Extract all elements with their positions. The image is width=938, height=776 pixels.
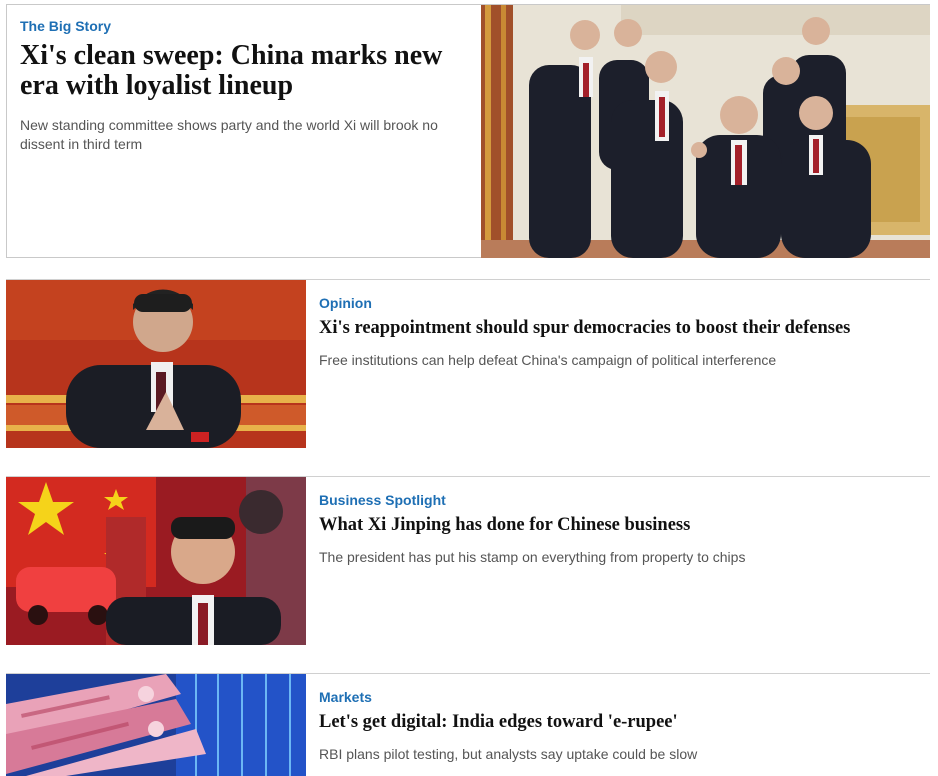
big-story-photo[interactable] (481, 5, 930, 258)
story-kicker[interactable]: Business Spotlight (319, 491, 919, 509)
story-summary: RBI plans pilot testing, but analysts sa… (319, 746, 698, 762)
story-headline[interactable]: What Xi Jinping has done for Chinese bus… (319, 513, 919, 537)
story-photo[interactable] (6, 477, 306, 645)
big-story-headline[interactable]: Xi's clean sweep: China marks new era wi… (20, 41, 475, 101)
story-photo[interactable] (6, 280, 306, 448)
story-headline[interactable]: Xi's reappointment should spur democraci… (319, 316, 919, 340)
story-text: Markets Let's get digital: India edges t… (319, 688, 919, 763)
story-text: Business Spotlight What Xi Jinping has d… (319, 491, 919, 566)
story-summary: The president has put his stamp on every… (319, 549, 746, 565)
story-kicker[interactable]: Opinion (319, 294, 919, 312)
big-story-card[interactable]: The Big Story Xi's clean sweep: China ma… (6, 4, 930, 258)
story-row-business-spotlight[interactable]: Business Spotlight What Xi Jinping has d… (6, 477, 930, 645)
big-story-summary: New standing committee shows party and t… (20, 117, 438, 152)
story-summary: Free institutions can help defeat China'… (319, 352, 777, 368)
story-kicker[interactable]: Markets (319, 688, 919, 706)
big-story-kicker[interactable]: The Big Story (20, 17, 475, 35)
story-photo[interactable] (6, 674, 306, 776)
story-row-markets[interactable]: Markets Let's get digital: India edges t… (6, 674, 930, 776)
story-text: Opinion Xi's reappointment should spur d… (319, 294, 919, 369)
story-row-opinion[interactable]: Opinion Xi's reappointment should spur d… (6, 280, 930, 448)
story-headline[interactable]: Let's get digital: India edges toward 'e… (319, 710, 919, 734)
big-story-text: The Big Story Xi's clean sweep: China ma… (20, 17, 475, 154)
